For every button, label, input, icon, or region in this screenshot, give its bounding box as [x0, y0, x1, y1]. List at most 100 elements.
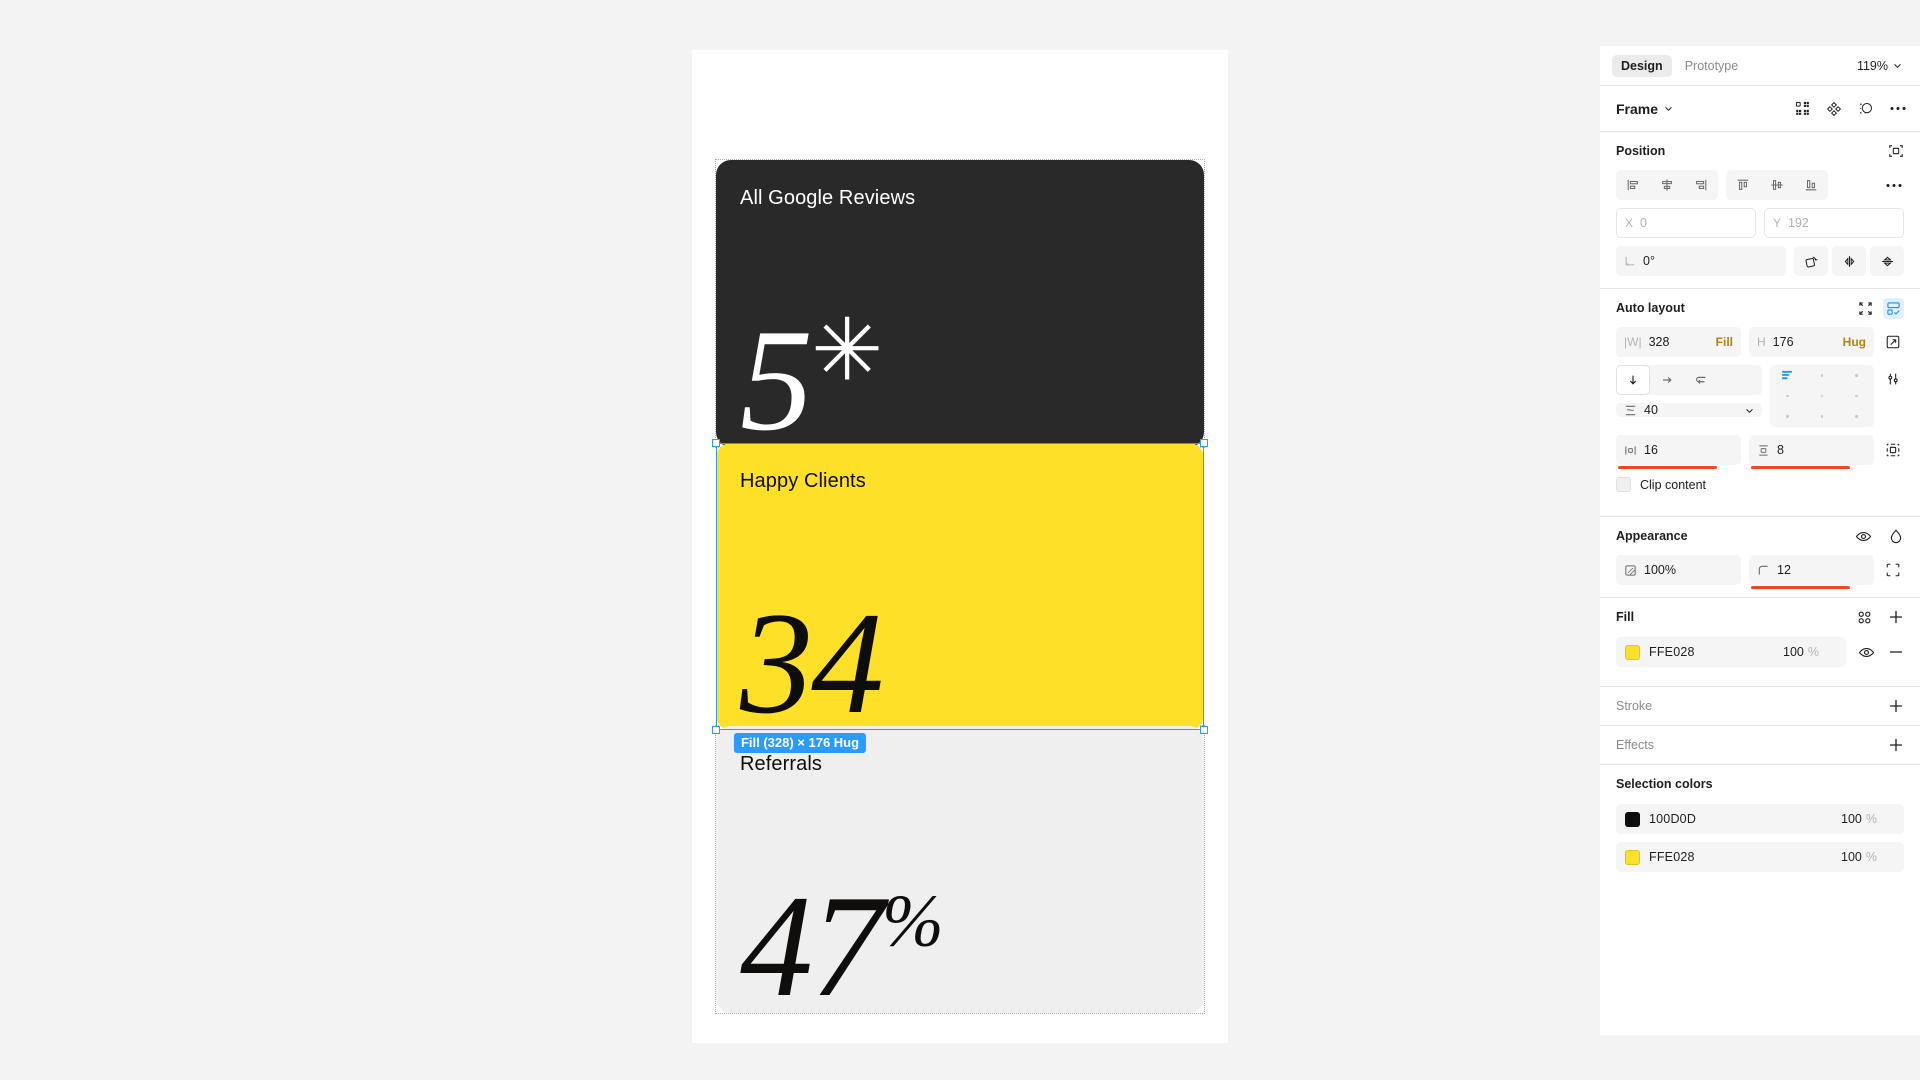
more-options-icon[interactable]: [1890, 106, 1906, 111]
transform-group[interactable]: [1794, 246, 1904, 276]
stroke-title: Stroke: [1616, 699, 1653, 713]
width-value: 328: [1648, 335, 1670, 349]
flip-vertical-icon[interactable]: [1870, 246, 1904, 276]
clip-content-checkbox[interactable]: [1616, 477, 1631, 492]
eye-icon[interactable]: [1858, 644, 1875, 661]
align-grid-top-center[interactable]: [1820, 374, 1824, 377]
boolean-union-icon[interactable]: [1826, 101, 1842, 117]
rotation-field[interactable]: 0°: [1616, 246, 1786, 276]
individual-padding-icon[interactable]: [1882, 442, 1904, 458]
corner-radius-icon: [1757, 564, 1770, 577]
align-bottom-icon[interactable]: [1794, 170, 1828, 200]
plus-icon[interactable]: [1888, 609, 1904, 625]
direction-wrap-icon[interactable]: [1684, 365, 1718, 395]
blend-mode-icon[interactable]: [1888, 528, 1904, 544]
align-grid-middle-center[interactable]: [1820, 394, 1824, 398]
selection-color-swatch[interactable]: [1625, 849, 1640, 865]
selection-color-opacity-value: 100: [1841, 850, 1862, 864]
chevron-down-icon[interactable]: [1745, 406, 1754, 415]
plus-icon[interactable]: [1888, 698, 1904, 714]
collapse-icon[interactable]: [1858, 301, 1873, 316]
selection-color-row[interactable]: 100D0D 100 %: [1616, 803, 1904, 835]
flip-horizontal-icon[interactable]: [1832, 246, 1866, 276]
selection-color-opacity-unit: %: [1865, 850, 1877, 864]
chevron-down-icon[interactable]: [1664, 104, 1673, 113]
direction-group[interactable]: [1616, 365, 1762, 395]
align-right-icon[interactable]: [1684, 170, 1718, 200]
zoom-control[interactable]: 119%: [1857, 59, 1908, 73]
vertical-padding-field[interactable]: 8: [1749, 435, 1874, 469]
independent-corners-icon[interactable]: [1882, 562, 1904, 578]
align-left-icon[interactable]: [1616, 170, 1650, 200]
selection-color-hex: FFE028: [1649, 850, 1695, 864]
tab-prototype[interactable]: Prototype: [1676, 55, 1748, 77]
mask-icon[interactable]: [1858, 101, 1874, 117]
tab-design[interactable]: Design: [1612, 54, 1672, 77]
alignment-grid[interactable]: [1770, 365, 1874, 427]
resize-icon[interactable]: [1882, 334, 1904, 350]
fill-swatch[interactable]: [1625, 644, 1640, 660]
align-vertical-center-icon[interactable]: [1760, 170, 1794, 200]
fill-item-row[interactable]: FFE028 100 %: [1616, 636, 1904, 668]
clip-content-row[interactable]: Clip content: [1616, 473, 1904, 504]
direction-vertical-icon[interactable]: [1616, 365, 1650, 395]
x-field[interactable]: X 0: [1616, 208, 1756, 238]
card-title: Referrals: [740, 753, 823, 775]
opacity-field[interactable]: 100%: [1616, 555, 1741, 585]
height-mode[interactable]: Hug: [1843, 335, 1866, 349]
direction-horizontal-icon[interactable]: [1650, 365, 1684, 395]
align-grid-top-right[interactable]: [1855, 374, 1858, 377]
autolayout-settings-icon[interactable]: [1883, 297, 1904, 319]
corner-radius-field[interactable]: 12: [1749, 555, 1874, 589]
gap-field[interactable]: 40: [1616, 403, 1762, 417]
width-mode[interactable]: Fill: [1716, 335, 1733, 349]
fill-color-field[interactable]: FFE028: [1616, 637, 1774, 667]
stat-card-referrals[interactable]: Referrals 47%: [716, 726, 1204, 1019]
horizontal-align-group[interactable]: [1616, 170, 1718, 200]
rotate-icon[interactable]: [1794, 246, 1828, 276]
component-icon[interactable]: [1795, 101, 1810, 116]
selection-color-opacity[interactable]: 100 %: [1832, 842, 1904, 872]
object-type-label: Frame: [1616, 100, 1659, 117]
minus-icon[interactable]: [1888, 644, 1904, 660]
align-grid-top-left[interactable]: [1781, 369, 1794, 381]
align-grid-middle-left[interactable]: [1786, 394, 1789, 398]
selection-color-swatch[interactable]: [1625, 811, 1640, 827]
align-horizontal-center-icon[interactable]: [1650, 170, 1684, 200]
card-value-number: 34: [740, 582, 884, 744]
effects-title: Effects: [1616, 738, 1654, 752]
height-field[interactable]: H 176 Hug: [1749, 327, 1874, 357]
align-grid-middle-right[interactable]: [1855, 394, 1858, 398]
y-field[interactable]: Y 192: [1764, 208, 1904, 238]
autolayout-section: Auto layout |W| 328 Fill H 176 Hug 40 16…: [1600, 289, 1920, 517]
direction-align-row: 40: [1616, 365, 1904, 427]
width-field[interactable]: |W| 328 Fill: [1616, 327, 1741, 357]
design-panel[interactable]: Design Prototype 119% Frame Position X 0…: [1600, 46, 1920, 1035]
color-styles-icon[interactable]: [1857, 610, 1872, 625]
stat-card-reviews[interactable]: All Google Reviews 5✳: [716, 160, 1204, 453]
canvas-area[interactable]: All Google Reviews 5✳ Happy Clients 34 R…: [0, 0, 1600, 1080]
padding-row: 16 8: [1616, 435, 1904, 469]
align-grid-bottom-left[interactable]: [1786, 415, 1789, 418]
align-grid-bottom-center[interactable]: [1820, 415, 1824, 418]
horizontal-padding-field[interactable]: 16: [1616, 435, 1741, 469]
width-label: |W|: [1624, 335, 1642, 349]
selection-color-opacity[interactable]: 100 %: [1832, 804, 1904, 834]
align-grid-bottom-right[interactable]: [1855, 415, 1858, 418]
card-value-suffix: %: [882, 880, 944, 963]
advanced-layout-icon[interactable]: [1882, 365, 1904, 387]
align-top-icon[interactable]: [1726, 170, 1760, 200]
fill-opacity-field[interactable]: 100 %: [1774, 637, 1846, 667]
stat-card-clients[interactable]: Happy Clients 34: [716, 443, 1204, 736]
vertical-align-group[interactable]: [1726, 170, 1828, 200]
selection-color-field[interactable]: FFE028: [1616, 842, 1832, 872]
absolute-position-icon[interactable]: [1888, 143, 1904, 159]
more-align-options-icon[interactable]: [1886, 183, 1904, 188]
selection-size-badge: Fill (328) × 176 Hug: [733, 733, 867, 753]
asterisk-icon: ✳: [811, 300, 883, 401]
selection-color-row[interactable]: FFE028 100 %: [1616, 841, 1904, 873]
selection-color-field[interactable]: 100D0D: [1616, 804, 1832, 834]
plus-icon[interactable]: [1888, 737, 1904, 753]
eye-icon[interactable]: [1855, 528, 1872, 545]
card-value-number: 5: [740, 299, 813, 461]
